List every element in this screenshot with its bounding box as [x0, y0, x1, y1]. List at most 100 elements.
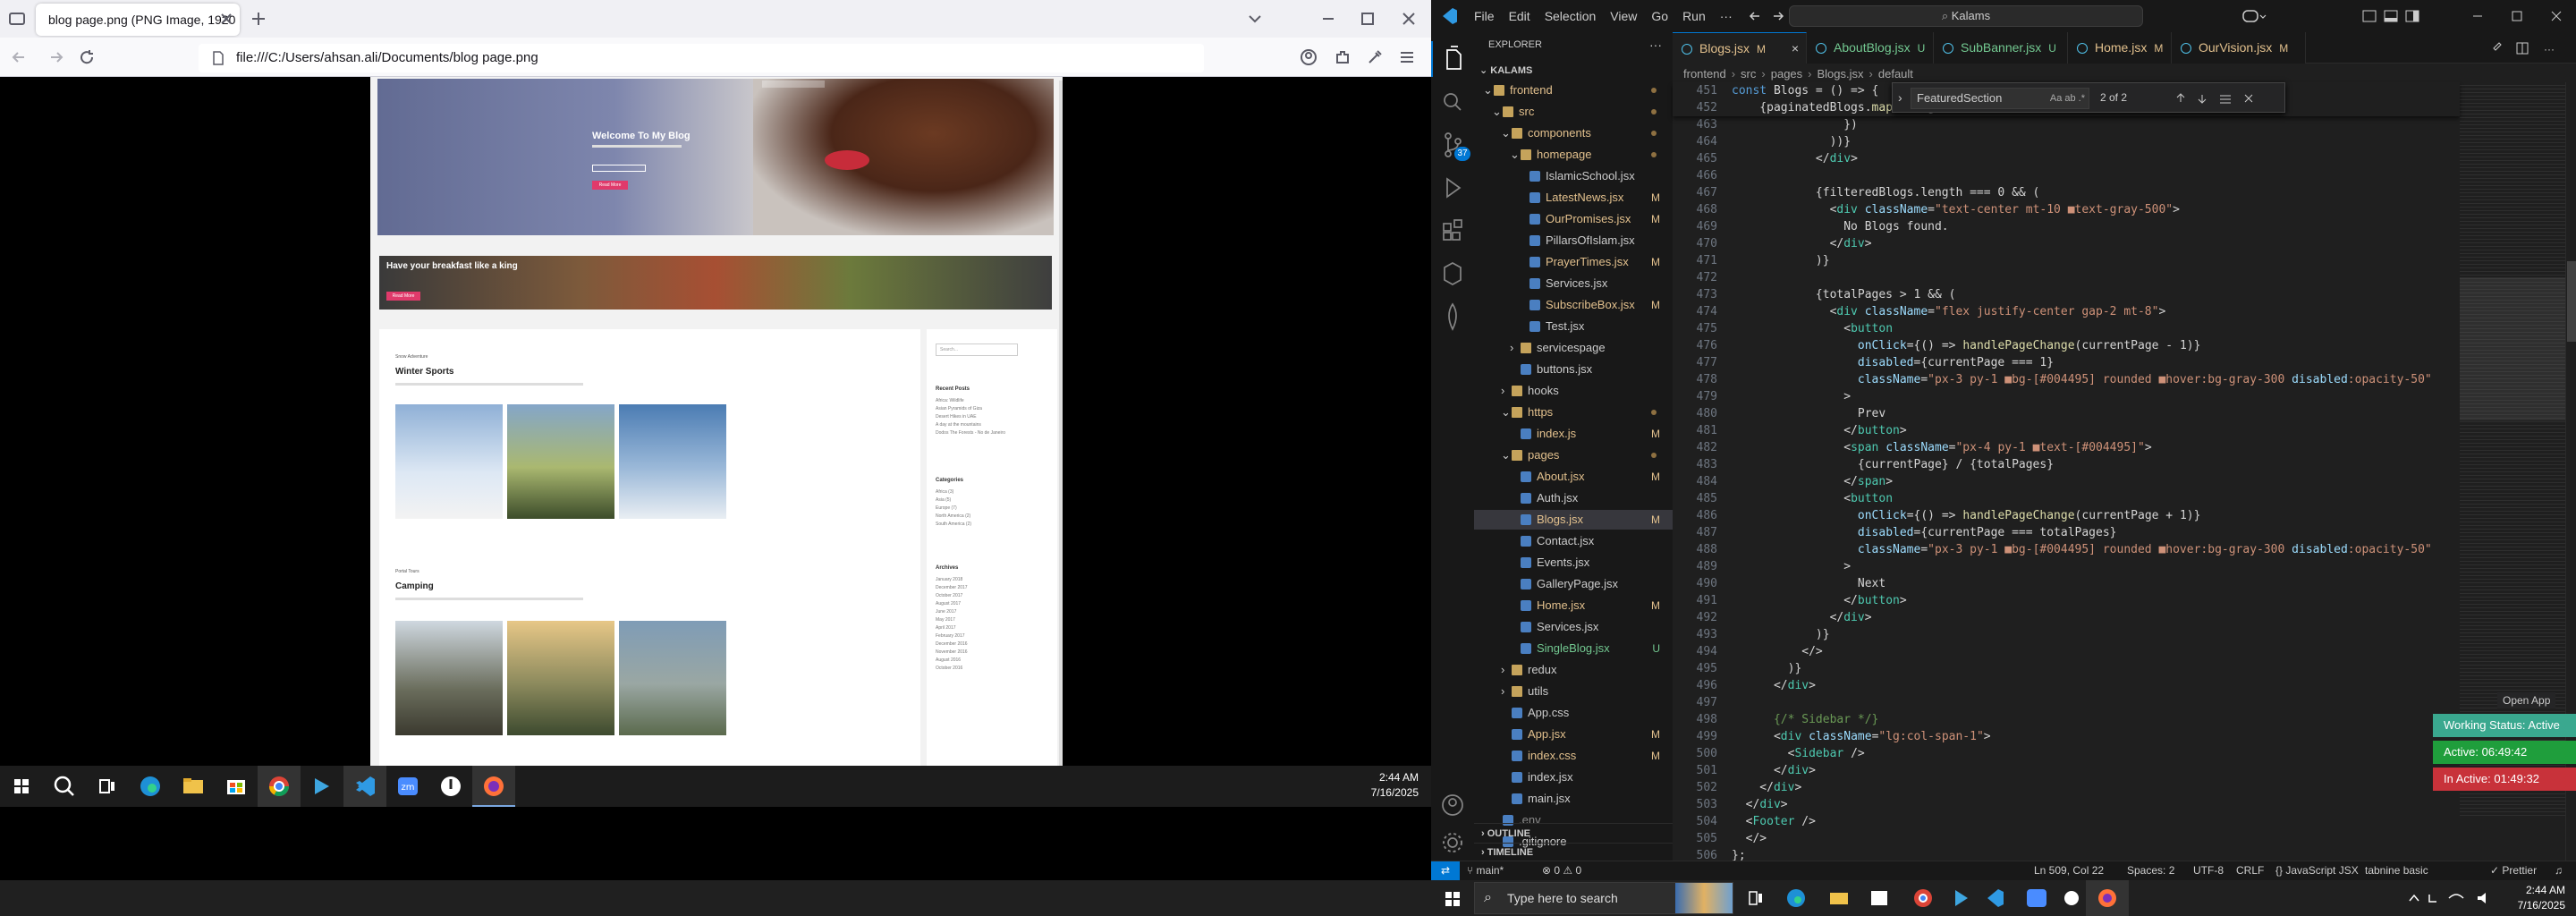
file-tree-item[interactable]: SubscribeBox.jsx M	[1474, 295, 1673, 315]
menu-item[interactable]: Edit	[1502, 0, 1538, 32]
tab-close-icon[interactable]: ×	[1792, 33, 1799, 64]
zoom-icon[interactable]: zm	[386, 766, 429, 807]
file-tree-item[interactable]: PillarsOfIslam.jsx	[1474, 231, 1673, 250]
copilot-icon[interactable]	[2241, 7, 2267, 25]
editor-actions-icons[interactable]: ···	[2487, 39, 2567, 57]
file-tree-item[interactable]: index.jsx	[1474, 768, 1673, 787]
mongodb-icon[interactable]	[1431, 299, 1474, 335]
remote-indicator-icon[interactable]: ⇄	[1431, 861, 1460, 880]
file-tree-item[interactable]: Test.jsx	[1474, 317, 1673, 336]
account-icon[interactable]	[1299, 47, 1318, 67]
breadcrumb-item[interactable]: Blogs.jsx	[1818, 67, 1864, 81]
minimap-slider[interactable]	[2460, 277, 2565, 420]
menu-item[interactable]: Run	[1675, 0, 1713, 32]
file-tree-item[interactable]: OurPromises.jsx M	[1474, 209, 1673, 229]
file-tree-item[interactable]: PrayerTimes.jsx M	[1474, 252, 1673, 272]
forward-icon[interactable]	[47, 47, 66, 67]
extensions-view-icon[interactable]	[1431, 213, 1474, 249]
menu-item[interactable]: Go	[1644, 0, 1675, 32]
file-tree-item[interactable]: Services.jsx	[1474, 274, 1673, 293]
file-tree-item[interactable]: ⌄ https	[1474, 403, 1673, 422]
list-all-tabs-icon[interactable]	[7, 9, 27, 29]
extensions-icon[interactable]	[1333, 47, 1352, 67]
find-input[interactable]: FeaturedSection Aa ab .*	[1911, 88, 2089, 109]
menu-item[interactable]: View	[1603, 0, 1644, 32]
run-debug-icon[interactable]	[1431, 170, 1474, 206]
cursor-position[interactable]: Ln 509, Col 22	[2034, 864, 2104, 877]
maximize-icon[interactable]	[1358, 9, 1377, 29]
vscode-icon[interactable]	[343, 766, 386, 807]
file-tree-item[interactable]: ⌄ frontend	[1474, 81, 1673, 100]
search-view-icon[interactable]	[1431, 84, 1474, 120]
find-toggle-icon[interactable]: ›	[1898, 90, 1902, 105]
vsc-close-icon[interactable]	[2547, 7, 2565, 25]
file-tree-item[interactable]: SingleBlog.jsx U	[1474, 639, 1673, 658]
command-center[interactable]: ⌕ Kalams	[1789, 5, 2143, 27]
breadcrumb-item[interactable]: src	[1741, 67, 1756, 81]
file-tree-item[interactable]: Contact.jsx	[1474, 531, 1673, 551]
chevron-down-icon[interactable]	[1245, 9, 1265, 29]
taskbar-search-box[interactable]: ⌕ Type here to search	[1474, 882, 1733, 914]
window-close-icon[interactable]	[1399, 9, 1419, 29]
manage-gear-icon[interactable]	[1431, 825, 1474, 861]
editor-tab[interactable]: OurVision.jsx M	[2172, 32, 2306, 64]
file-tree-item[interactable]: Blogs.jsx M	[1474, 510, 1673, 530]
file-explorer-icon[interactable]	[172, 766, 215, 807]
indent-status[interactable]: Spaces: 2	[2127, 864, 2174, 877]
file-tree-item[interactable]: › hooks	[1474, 381, 1673, 401]
nav-forward-icon[interactable]	[1769, 7, 1787, 25]
app-icon-dark[interactable]	[429, 766, 472, 807]
find-options[interactable]: Aa ab .*	[2050, 89, 2085, 108]
file-tree-item[interactable]: › servicespage	[1474, 338, 1673, 358]
eyedropper-icon[interactable]	[1365, 47, 1385, 67]
open-app-button[interactable]: Open App	[2497, 692, 2556, 708]
eol-status[interactable]: CRLF	[2236, 864, 2264, 877]
editor-tab[interactable]: AboutBlog.jsx U	[1807, 32, 1934, 64]
menu-icon[interactable]	[1397, 47, 1417, 67]
file-tree-item[interactable]: main.jsx	[1474, 789, 1673, 809]
file-tree-item[interactable]: App.jsx M	[1474, 725, 1673, 744]
status-badge[interactable]: Working Status: Active	[2433, 714, 2576, 737]
editor-tab[interactable]: Home.jsx M	[2068, 32, 2172, 64]
file-tree-item[interactable]: ⌄ src	[1474, 102, 1673, 122]
app-icon-blue[interactable]	[301, 766, 343, 807]
task-view-icon[interactable]	[86, 766, 129, 807]
accounts-icon[interactable]	[1431, 787, 1474, 823]
system-clock[interactable]: 2:44 AM 7/16/2025	[2490, 883, 2565, 913]
prettier-status[interactable]: ✓ Prettier	[2490, 864, 2537, 877]
branch-status[interactable]: ⑂ main*	[1467, 864, 1504, 877]
taskbar-clock[interactable]: 2:44 AM 7/16/2025	[1333, 770, 1419, 801]
explorer-icon[interactable]	[1431, 41, 1474, 77]
outline-panel-header[interactable]: › OUTLINE	[1474, 823, 1673, 843]
search-icon[interactable]	[43, 766, 86, 807]
url-bar[interactable]: file:///C:/Users/ahsan.ali/Documents/blo…	[199, 44, 1204, 72]
menu-item[interactable]: ···	[1713, 0, 1740, 32]
tabnine-status[interactable]: tabnine basic	[2365, 864, 2428, 877]
file-tree-item[interactable]: buttons.jsx	[1474, 360, 1673, 379]
back-icon[interactable]	[9, 47, 29, 67]
file-tree-item[interactable]: About.jsx M	[1474, 467, 1673, 487]
problems-status[interactable]: ⊗ 0 ⚠ 0	[1542, 864, 1581, 877]
file-tree-item[interactable]: IslamicSchool.jsx	[1474, 166, 1673, 186]
menu-item[interactable]: Selection	[1538, 0, 1604, 32]
breadcrumb-item[interactable]: default	[1878, 67, 1913, 81]
editor-tab[interactable]: SubBanner.jsx U	[1934, 32, 2068, 64]
menu-item[interactable]: File	[1467, 0, 1502, 32]
status-badge[interactable]: Active: 06:49:42	[2433, 741, 2576, 764]
nav-back-icon[interactable]	[1746, 7, 1764, 25]
reload-icon[interactable]	[77, 47, 97, 67]
file-tree-item[interactable]: LatestNews.jsx M	[1474, 188, 1673, 208]
new-tab-icon[interactable]	[249, 9, 268, 29]
start-button-icon[interactable]	[1431, 880, 1474, 916]
source-control-icon[interactable]: 37	[1431, 127, 1474, 163]
code-area[interactable]: 463 }) 464 ))} 465 </div> 466 467 {filteredB…	[1673, 116, 2460, 861]
breadcrumb-item[interactable]: pages	[1771, 67, 1802, 81]
chrome-icon[interactable]	[258, 766, 301, 807]
status-badge[interactable]: In Active: 01:49:32	[2433, 768, 2576, 791]
file-tree-item[interactable]: Events.jsx	[1474, 553, 1673, 572]
close-tab-icon[interactable]	[218, 11, 234, 27]
firefox-taskbar-icon[interactable]	[2086, 880, 2129, 916]
find-nav-icons[interactable]	[2172, 89, 2279, 108]
file-tree-item[interactable]: ⌄ pages	[1474, 445, 1673, 465]
file-tree-item[interactable]: Services.jsx	[1474, 617, 1673, 637]
